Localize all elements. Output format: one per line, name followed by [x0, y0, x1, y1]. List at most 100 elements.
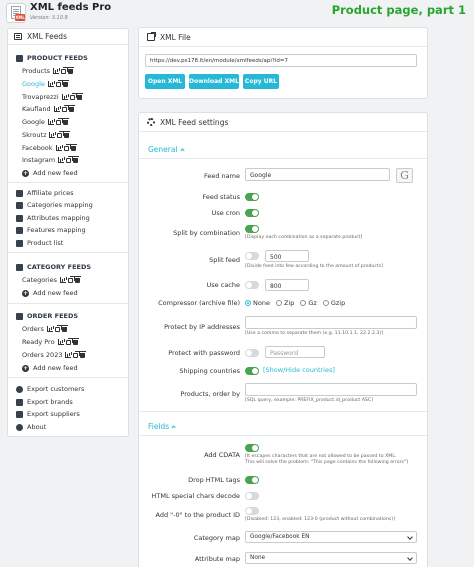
chevron-up-icon [179, 148, 185, 153]
use-cron-toggle[interactable] [245, 209, 259, 217]
statistics-icon[interactable] [57, 338, 64, 345]
download-xml-button[interactable]: Download XML [189, 74, 239, 89]
sidebar-item-trovaprezzi[interactable]: Trovaprezzi [22, 92, 83, 101]
xml-url-field[interactable]: https://dev.ps178.lt/en/module/xmlfeeds/… [145, 54, 417, 67]
sidebar-item-categories[interactable]: Categories [22, 275, 82, 284]
sidebar-item-export-suppliers[interactable]: Export suppliers [16, 410, 80, 418]
compressor-radio-group: None Zip Gz Gzip [239, 299, 345, 307]
ip-protect-input[interactable] [245, 316, 417, 329]
show-hide-countries-link[interactable]: [Show/Hide countries] [263, 366, 335, 374]
password-toggle[interactable] [245, 349, 259, 357]
compressor-zip-radio[interactable] [275, 300, 282, 306]
duplicate-icon[interactable] [55, 117, 63, 125]
feed-name-input[interactable]: Google [245, 168, 390, 181]
duplicate-icon[interactable] [61, 104, 69, 112]
sidebar-item-export-brands[interactable]: Export brands [16, 398, 73, 406]
trash-icon[interactable] [67, 66, 75, 74]
statistics-icon[interactable] [46, 325, 53, 332]
split-feed-input[interactable]: 500 [265, 250, 309, 262]
attribute-map-select[interactable]: None [245, 552, 417, 564]
fields-section-toggle[interactable]: Fields [148, 422, 176, 431]
trash-icon[interactable] [79, 350, 87, 358]
sidebar-item-products[interactable]: Products [22, 66, 75, 75]
duplicate-icon[interactable] [65, 337, 73, 345]
duplicate-icon[interactable] [73, 350, 81, 358]
compressor-gz-radio[interactable] [300, 300, 307, 306]
sidebar-item-about[interactable]: About [16, 423, 46, 431]
add-cdata-toggle[interactable] [245, 444, 259, 452]
sidebar-item-ready-pro[interactable]: Ready Pro [22, 337, 79, 346]
sidebar-item-orders-2023[interactable]: Orders 2023 [22, 350, 87, 359]
trash-icon[interactable] [60, 324, 68, 332]
password-input[interactable]: Password [265, 346, 325, 358]
split-feed-help: [Divide feed into few according to the a… [245, 264, 384, 269]
page-caption: Product page, part 1 [331, 3, 466, 17]
sidebar-item-features-mapping[interactable]: Features mapping [16, 226, 86, 234]
duplicate-icon[interactable] [69, 92, 77, 100]
trash-icon[interactable] [71, 337, 79, 345]
statistics-icon[interactable] [58, 156, 65, 163]
compressor-none-radio[interactable] [245, 300, 251, 306]
duplicate-icon[interactable] [55, 79, 63, 87]
statistics-icon[interactable] [53, 67, 60, 74]
statistics-icon[interactable] [47, 118, 54, 125]
feed-status-toggle[interactable] [245, 193, 259, 201]
trash-icon[interactable] [63, 130, 71, 138]
category-map-select[interactable]: Google/Facebook EN [245, 531, 417, 543]
general-section-toggle[interactable]: General [148, 145, 185, 154]
trash-icon[interactable] [74, 275, 82, 283]
use-cache-toggle[interactable] [245, 281, 259, 289]
trash-icon[interactable] [61, 117, 69, 125]
add-category-feed-button[interactable]: + Add new feed [22, 289, 78, 297]
tag-icon [16, 214, 23, 222]
add-zero-toggle[interactable] [245, 507, 259, 515]
order-by-input[interactable] [245, 383, 417, 396]
trash-icon[interactable] [61, 79, 69, 87]
trash-icon[interactable] [67, 104, 75, 112]
sidebar-item-kaufland[interactable]: Kaufland [22, 104, 75, 113]
trash-icon[interactable] [69, 143, 77, 151]
duplicate-icon[interactable] [63, 143, 71, 151]
statistics-icon[interactable] [55, 144, 62, 151]
duplicate-icon[interactable] [54, 324, 62, 332]
statistics-icon[interactable] [65, 351, 72, 358]
add-product-feed-button[interactable]: + Add new feed [22, 169, 78, 177]
open-xml-button[interactable]: Open XML [145, 74, 185, 89]
app-logo-icon: XML [6, 3, 26, 23]
sidebar-item-instagram[interactable]: Instagram [22, 155, 80, 164]
sidebar-item-affiliate-prices[interactable]: Affiliate prices [16, 189, 74, 197]
duplicate-icon[interactable] [66, 155, 74, 163]
statistics-icon[interactable] [49, 131, 56, 138]
drop-html-toggle[interactable] [245, 476, 259, 484]
add-order-feed-button[interactable]: + Add new feed [22, 364, 78, 372]
sidebar-item-google[interactable]: Google [22, 79, 69, 88]
duplicate-icon[interactable] [68, 275, 76, 283]
html-special-chars-toggle[interactable] [245, 492, 259, 500]
sidebar-item-product-list[interactable]: Product list [16, 239, 63, 247]
sidebar-item-google-2[interactable]: Google [22, 117, 69, 126]
shipping-countries-toggle[interactable] [245, 367, 259, 375]
sidebar-item-orders[interactable]: Orders [22, 324, 68, 333]
sidebar-item-export-customers[interactable]: Export customers [16, 385, 84, 393]
sidebar-item-categories-mapping[interactable]: Categories mapping [16, 201, 93, 209]
duplicate-icon[interactable] [57, 130, 65, 138]
sidebar-item-facebook[interactable]: Facebook [22, 143, 77, 152]
sidebar-item-attributes-mapping[interactable]: Attributes mapping [16, 214, 90, 222]
statistics-icon[interactable] [61, 93, 68, 100]
external-link-icon [147, 32, 156, 41]
supplier-icon [16, 410, 23, 418]
trash-icon[interactable] [75, 92, 83, 100]
info-icon [16, 423, 23, 431]
statistics-icon[interactable] [53, 105, 60, 112]
copy-url-button[interactable]: Copy URL [243, 74, 279, 89]
statistics-icon[interactable] [60, 276, 67, 283]
statistics-icon[interactable] [47, 80, 54, 87]
sidebar-item-skroutz[interactable]: Skroutz [22, 130, 71, 139]
shipping-countries-label: Shipping countries [179, 367, 240, 375]
split-feed-toggle[interactable] [245, 252, 259, 260]
split-combination-toggle[interactable] [245, 225, 259, 233]
trash-icon[interactable] [72, 155, 80, 163]
compressor-gzip-radio[interactable] [322, 300, 329, 306]
duplicate-icon[interactable] [61, 66, 69, 74]
use-cache-input[interactable]: 800 [265, 279, 309, 291]
